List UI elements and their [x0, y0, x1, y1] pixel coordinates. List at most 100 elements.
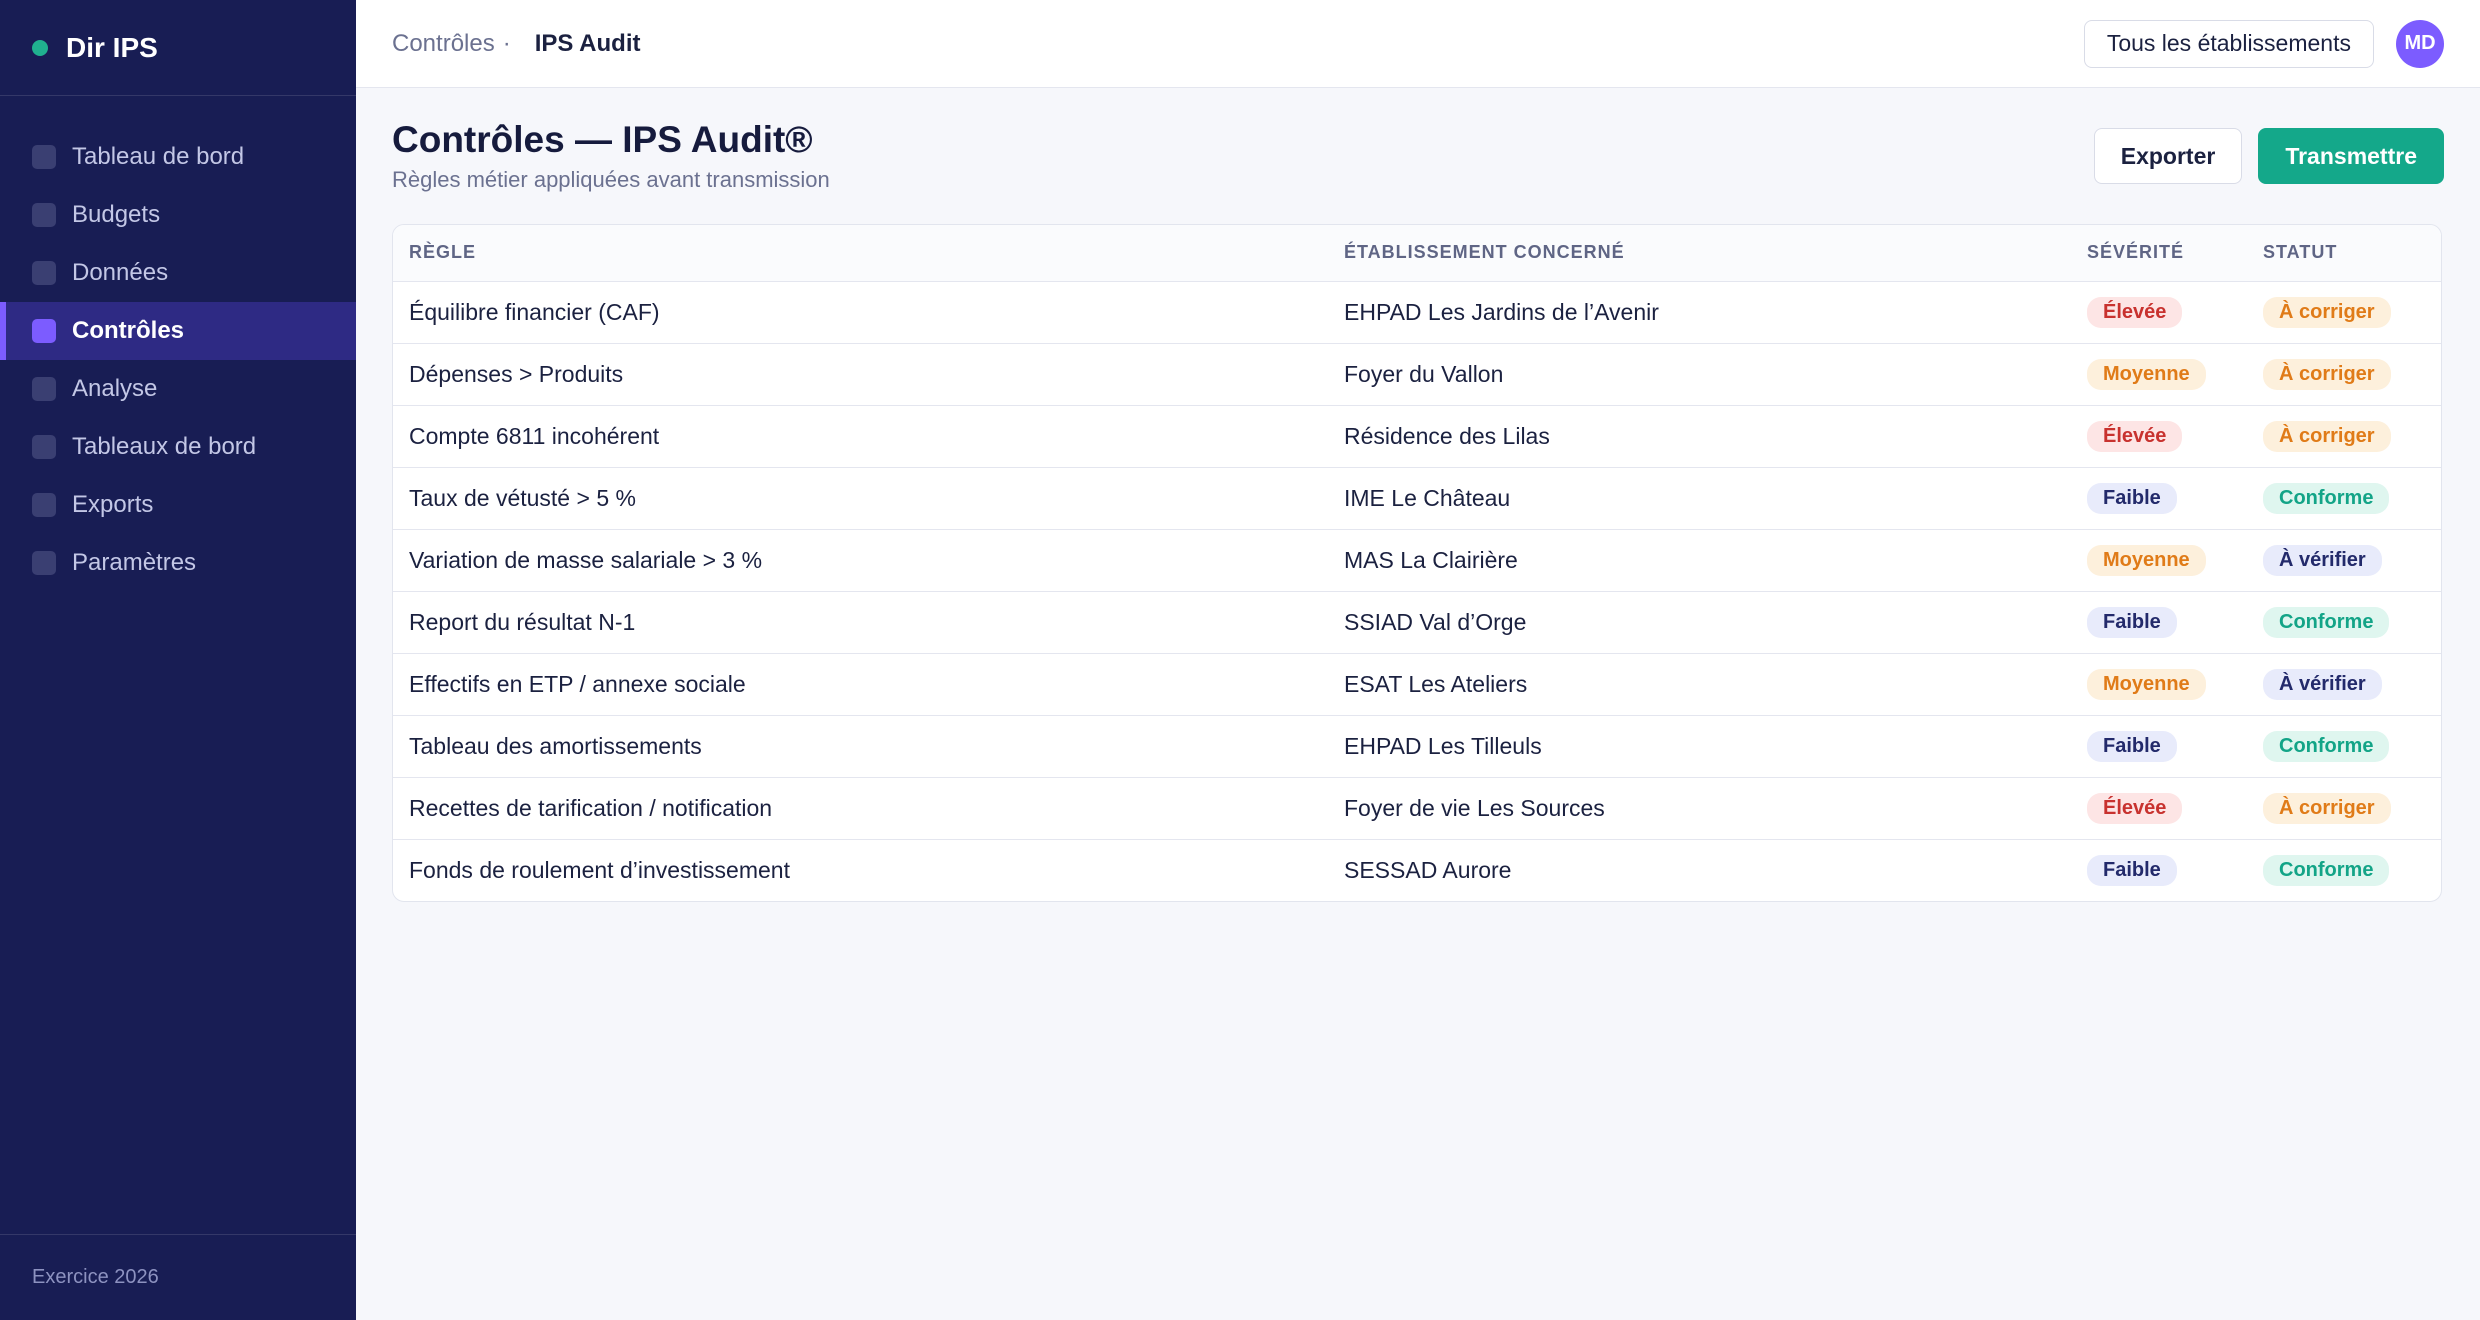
transmit-button[interactable]: Transmettre: [2258, 128, 2444, 184]
table-row[interactable]: Tableau des amortissements EHPAD Les Till…: [393, 715, 2441, 778]
cell-rule: Fonds de roulement d’investissement: [409, 856, 790, 883]
nav-square-icon: [32, 145, 56, 169]
status-badge[interactable]: Conforme: [2263, 606, 2390, 638]
breadcrumb-separator: ·: [502, 29, 511, 57]
export-button[interactable]: Exporter: [2093, 128, 2243, 184]
sidebar-item-label: Analyse: [72, 375, 158, 402]
brand[interactable]: Dir IPS: [0, 0, 356, 96]
table-row[interactable]: Report du résultat N-1 SSIAD Val d’Orge Fa…: [393, 591, 2441, 654]
cell-status: À vérifier: [2247, 529, 2441, 592]
cell-rule: Recettes de tarification / notification: [393, 777, 1328, 840]
status-badge[interactable]: À vérifier: [2263, 544, 2382, 576]
sidebar-item-label: Tableaux de bord: [72, 433, 257, 460]
controls-table: RÈGLE ÉTABLISSEMENT CONCERNÉ SÉVÉRITÉ ST…: [393, 225, 2441, 901]
cell-status: Conforme: [2247, 467, 2441, 530]
column-header-establishment[interactable]: ÉTABLISSEMENT CONCERNÉ: [1328, 225, 2071, 282]
cell-severity: Moyenne: [2071, 343, 2247, 406]
status-badge[interactable]: À vérifier: [2263, 668, 2382, 700]
table-row[interactable]: Fonds de roulement d’investissement SESSA…: [393, 839, 2441, 901]
sidebar-item-label: Données: [72, 259, 169, 286]
cell-rule: Effectifs en ETP / annexe sociale: [393, 653, 1328, 716]
table-row[interactable]: Taux de vétusté > 5 % IME Le Château Faibl…: [393, 467, 2441, 530]
column-header-status[interactable]: STATUT: [2247, 225, 2441, 282]
cell-status: À corriger: [2247, 343, 2441, 406]
cell-establishment: SESSAD Aurore: [1344, 856, 1512, 883]
table-row[interactable]: Compte 6811 incohérent Résidence des Lila…: [393, 405, 2441, 468]
status-badge[interactable]: À corriger: [2263, 358, 2391, 390]
cell-rule: Dépenses > Produits: [393, 343, 1328, 406]
severity-badge: Faible: [2087, 730, 2177, 762]
cell-rule: Équilibre financier (CAF): [393, 281, 1328, 344]
sidebar-item-label: Exports: [72, 491, 154, 518]
table-row[interactable]: Dépenses > Produits Foyer du Vallon Moyenn…: [393, 343, 2441, 406]
cell-status: À corriger: [2247, 777, 2441, 840]
status-badge[interactable]: Conforme: [2263, 482, 2390, 514]
severity-badge: Élevée: [2087, 296, 2183, 328]
cell-establishment: EHPAD Les Tilleuls: [1328, 715, 2071, 778]
nav-square-icon: [32, 435, 56, 459]
cell-status: Conforme: [2247, 591, 2441, 654]
table-row[interactable]: Effectifs en ETP / annexe sociale ESAT Le…: [393, 653, 2441, 716]
cell-severity: Moyenne: [2071, 529, 2247, 592]
sidebar-item-budgets[interactable]: Budgets: [0, 186, 356, 244]
cell-severity: Moyenne: [2071, 653, 2247, 716]
sidebar-item-controles[interactable]: Contrôles: [0, 302, 356, 360]
table-row[interactable]: Équilibre financier (CAF) EHPAD Les Jardi…: [393, 281, 2441, 344]
severity-badge: Moyenne: [2087, 668, 2206, 700]
avatar[interactable]: MD: [2396, 19, 2444, 68]
status-badge[interactable]: À corriger: [2263, 296, 2391, 328]
sidebar-item-donnees[interactable]: Données: [0, 244, 356, 302]
page-heading: Contrôles — IPS Audit® Règles métier app…: [392, 118, 830, 193]
sidebar-item-label: Paramètres: [72, 549, 197, 576]
cell-severity: Élevée: [2071, 777, 2247, 840]
table-body: Équilibre financier (CAF) EHPAD Les Jardi…: [393, 281, 2441, 901]
cell-rule: Variation de masse salariale > 3 %: [393, 529, 1328, 592]
breadcrumb-parent[interactable]: Contrôles: [392, 30, 495, 58]
controls-table-card: RÈGLE ÉTABLISSEMENT CONCERNÉ SÉVÉRITÉ ST…: [392, 224, 2442, 902]
sidebar-item-tableaux-de-bord[interactable]: Tableaux de bord: [0, 418, 356, 476]
cell-rule: Compte 6811 incohérent: [393, 405, 1328, 468]
severity-badge: Élevée: [2087, 792, 2183, 824]
column-header-severity[interactable]: SÉVÉRITÉ: [2071, 225, 2247, 282]
severity-badge: Faible: [2087, 854, 2177, 886]
cell-status: Conforme: [2247, 715, 2441, 778]
brand-name: Dir IPS: [66, 31, 158, 63]
cell-rule: Report du résultat N-1: [393, 591, 1328, 654]
status-badge[interactable]: Conforme: [2263, 854, 2390, 886]
table-row[interactable]: Variation de masse salariale > 3 % MAS La…: [393, 529, 2441, 592]
status-badge[interactable]: À corriger: [2263, 792, 2391, 824]
severity-badge: Moyenne: [2087, 358, 2206, 390]
page-header: Contrôles — IPS Audit® Règles métier app…: [392, 118, 2444, 224]
breadcrumb-current: IPS Audit: [534, 29, 641, 57]
cell-establishment: Résidence des Lilas: [1328, 405, 2071, 468]
sidebar: Dir IPS Tableau de bord Budgets Données …: [0, 0, 356, 1320]
table-row[interactable]: Recettes de tarification / notification F…: [393, 777, 2441, 840]
sidebar-item-label: Budgets: [72, 201, 161, 228]
sidebar-item-analyse[interactable]: Analyse: [0, 360, 356, 418]
sidebar-item-parametres[interactable]: Paramètres: [0, 534, 356, 592]
status-badge[interactable]: À corriger: [2263, 420, 2391, 452]
status-badge[interactable]: Conforme: [2263, 730, 2390, 762]
cell-establishment: Foyer de vie Les Sources: [1328, 777, 2071, 840]
main-area: Contrôles · IPS Audit Tous les établisse…: [356, 0, 2480, 1320]
nav-square-icon: [32, 493, 56, 517]
column-header-rule[interactable]: RÈGLE: [393, 225, 1328, 282]
page-title: Contrôles — IPS Audit®: [392, 119, 813, 160]
cell-status: À corriger: [2247, 281, 2441, 344]
cell-establishment: ESAT Les Ateliers: [1328, 653, 2071, 716]
sidebar-item-exports[interactable]: Exports: [0, 476, 356, 534]
page-subtitle: Règles métier appliquées avant transmiss…: [392, 166, 830, 192]
page-content: Contrôles — IPS Audit® Règles métier app…: [356, 88, 2480, 902]
nav-square-icon: [32, 319, 56, 343]
sidebar-item-tableau-de-bord[interactable]: Tableau de bord: [0, 128, 356, 186]
establishment-filter-button[interactable]: Tous les établissements: [2083, 19, 2374, 68]
cell-establishment: MAS La Clairière: [1328, 529, 2071, 592]
nav-square-icon: [32, 203, 56, 227]
page-actions: Exporter Transmettre: [2093, 128, 2444, 184]
severity-badge: Élevée: [2087, 420, 2183, 452]
cell-severity: Élevée: [2071, 405, 2247, 468]
cell-severity: Faible: [2071, 591, 2247, 654]
brand-dot-icon: [32, 39, 48, 56]
severity-badge: Moyenne: [2087, 544, 2206, 576]
severity-badge: Faible: [2087, 482, 2177, 514]
